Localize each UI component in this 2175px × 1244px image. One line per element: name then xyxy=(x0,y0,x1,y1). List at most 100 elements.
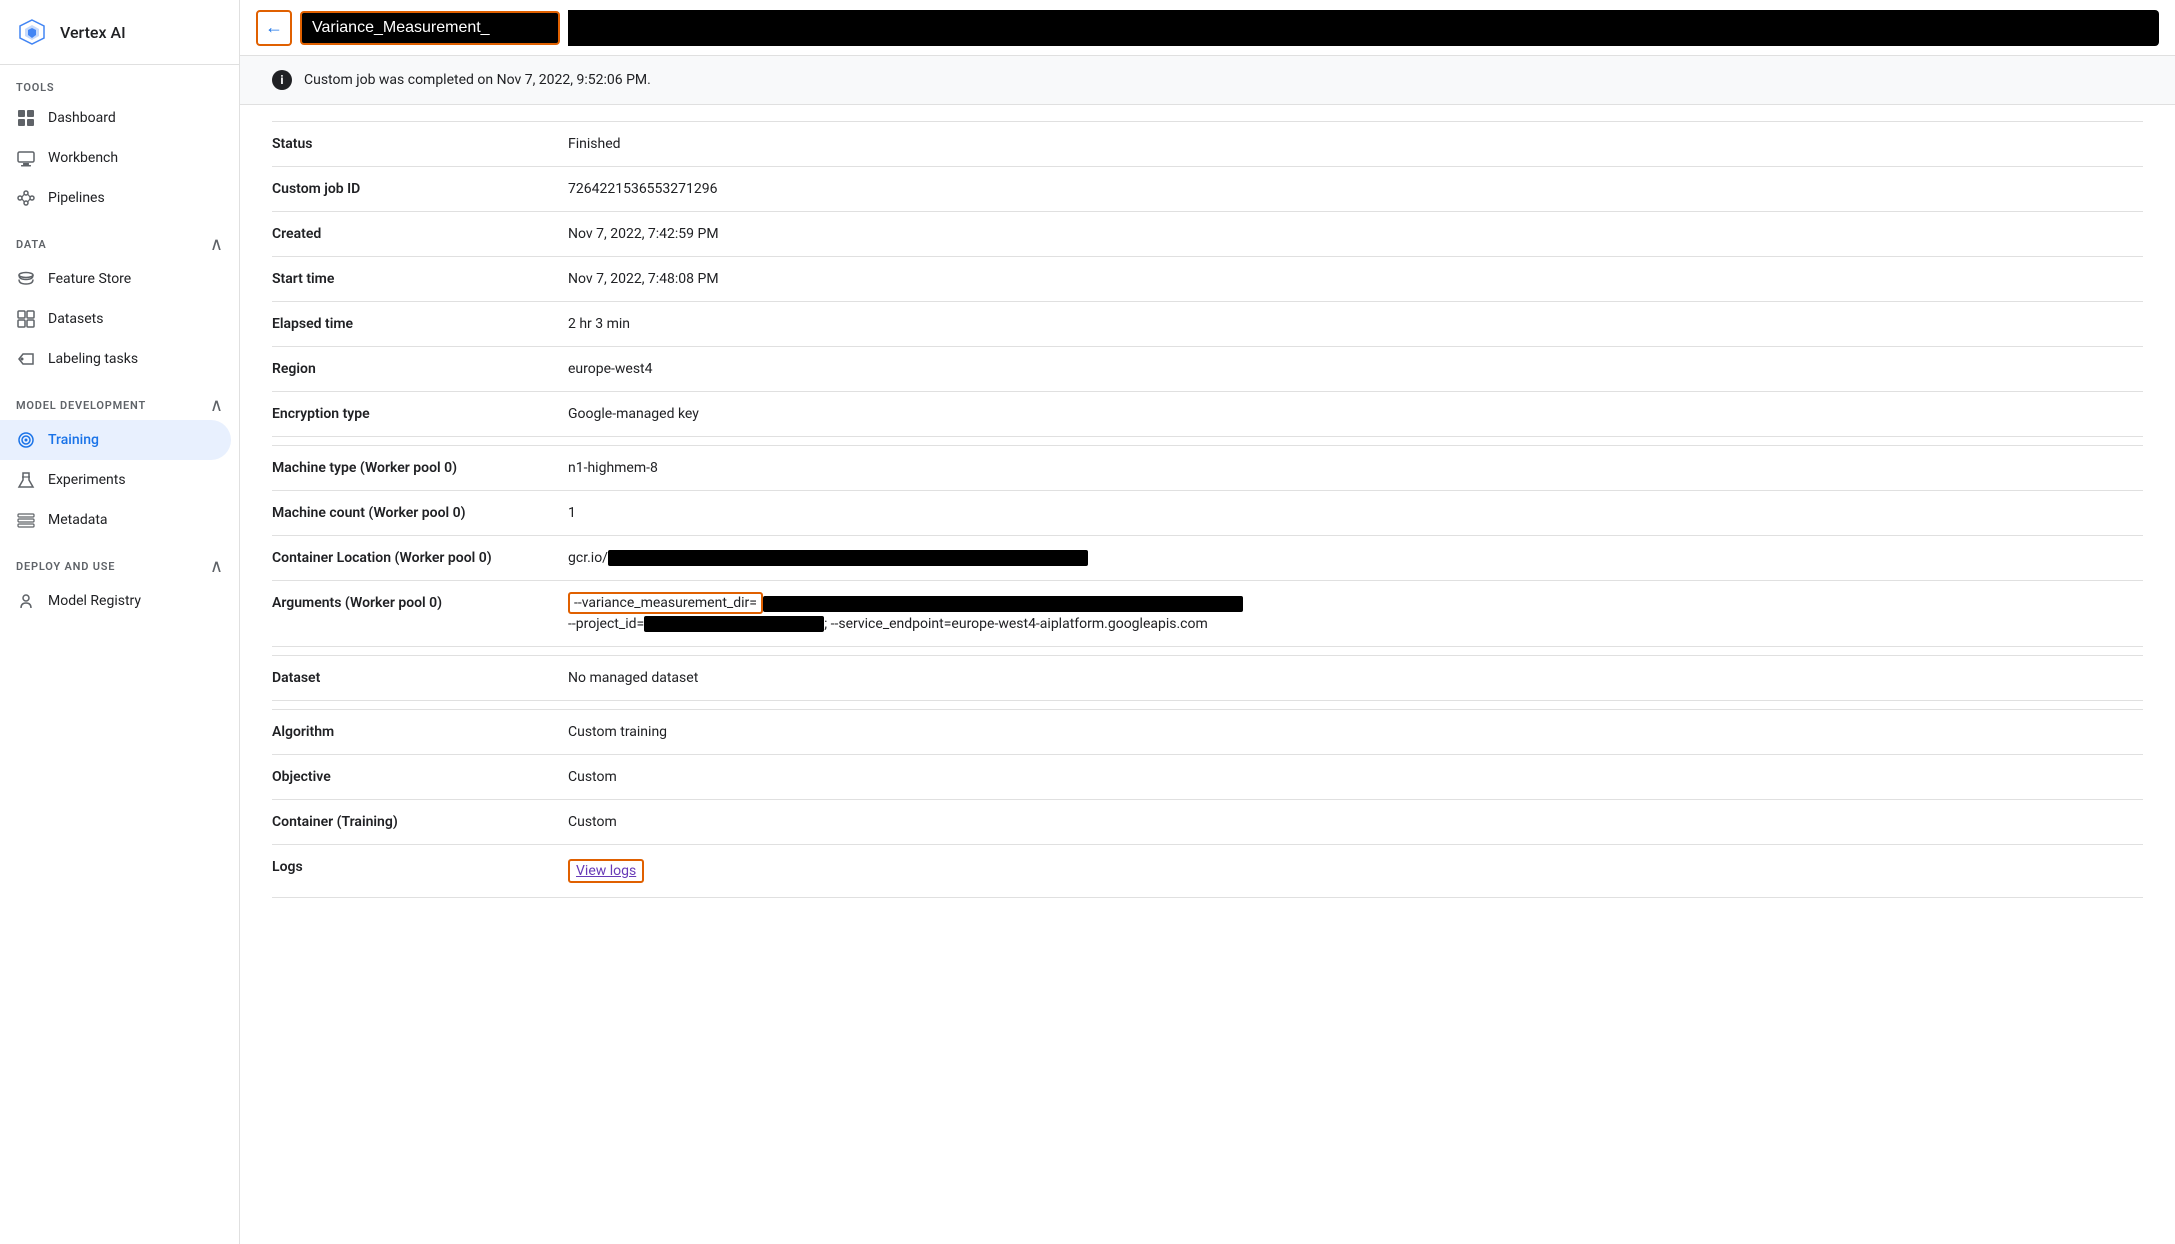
experiments-label: Experiments xyxy=(48,472,126,488)
page-title-input[interactable] xyxy=(300,11,560,45)
model-registry-label: Model Registry xyxy=(48,593,141,609)
value-logs: View logs xyxy=(568,859,2143,883)
details-row-job-id: Custom job ID 7264221536553271296 xyxy=(272,167,2143,212)
details-row-dataset: Dataset No managed dataset xyxy=(272,655,2143,701)
data-section-header: DATA ∧ xyxy=(0,218,239,259)
back-button[interactable]: ← xyxy=(256,10,292,46)
details-row-encryption: Encryption type Google-managed key xyxy=(272,392,2143,437)
details-row-container-location: Container Location (Worker pool 0) gcr.i… xyxy=(272,536,2143,581)
metadata-icon xyxy=(16,510,36,530)
details-row-elapsed-time: Elapsed time 2 hr 3 min xyxy=(272,302,2143,347)
content-area: i Custom job was completed on Nov 7, 202… xyxy=(240,56,2175,1244)
training-label: Training xyxy=(48,432,99,448)
label-objective: Objective xyxy=(272,769,552,785)
sidebar-item-training[interactable]: Training xyxy=(0,420,231,460)
labeling-tasks-label: Labeling tasks xyxy=(48,351,138,367)
value-region: europe-west4 xyxy=(568,361,2143,377)
deploy-section-header: DEPLOY AND USE ∧ xyxy=(0,540,239,581)
sidebar-item-datasets[interactable]: Datasets xyxy=(0,299,231,339)
feature-store-label: Feature Store xyxy=(48,271,131,287)
label-encryption: Encryption type xyxy=(272,406,552,422)
pipelines-icon xyxy=(16,188,36,208)
data-section-label: DATA xyxy=(16,238,47,251)
metadata-label: Metadata xyxy=(48,512,108,528)
sidebar-item-pipelines[interactable]: Pipelines xyxy=(0,178,231,218)
datasets-label: Datasets xyxy=(48,311,103,327)
value-algorithm: Custom training xyxy=(568,724,2143,740)
sidebar-item-feature-store[interactable]: Feature Store xyxy=(0,259,231,299)
sidebar-item-dashboard[interactable]: Dashboard xyxy=(0,98,231,138)
details-row-container-training: Container (Training) Custom xyxy=(272,800,2143,845)
value-container-location: gcr.io/ xyxy=(568,550,2143,566)
label-start-time: Start time xyxy=(272,271,552,287)
details-row-machine-count: Machine count (Worker pool 0) 1 xyxy=(272,491,2143,536)
label-status: Status xyxy=(272,136,552,152)
sidebar-item-model-registry[interactable]: Model Registry xyxy=(0,581,231,621)
label-created: Created xyxy=(272,226,552,242)
banner-message: Custom job was completed on Nov 7, 2022,… xyxy=(304,72,651,88)
value-container-training: Custom xyxy=(568,814,2143,830)
model-dev-chevron[interactable]: ∧ xyxy=(210,395,223,416)
details-row-machine-type: Machine type (Worker pool 0) n1-highmem-… xyxy=(272,445,2143,491)
main-content: ← i Custom job was completed on Nov 7, 2… xyxy=(240,0,2175,1244)
sidebar-header: Vertex AI xyxy=(0,0,239,65)
label-algorithm: Algorithm xyxy=(272,724,552,740)
datasets-icon xyxy=(16,309,36,329)
value-start-time: Nov 7, 2022, 7:48:08 PM xyxy=(568,271,2143,287)
training-icon xyxy=(16,430,36,450)
model-dev-section-header: MODEL DEVELOPMENT ∧ xyxy=(0,379,239,420)
workbench-icon xyxy=(16,148,36,168)
label-arguments: Arguments (Worker pool 0) xyxy=(272,595,552,611)
value-job-id: 7264221536553271296 xyxy=(568,181,2143,197)
label-job-id: Custom job ID xyxy=(272,181,552,197)
topbar: ← xyxy=(240,0,2175,56)
details-row-start-time: Start time Nov 7, 2022, 7:48:08 PM xyxy=(272,257,2143,302)
data-chevron[interactable]: ∧ xyxy=(210,234,223,255)
labeling-tasks-icon xyxy=(16,349,36,369)
info-banner: i Custom job was completed on Nov 7, 202… xyxy=(240,56,2175,105)
tools-section-label: TOOLS xyxy=(0,65,239,98)
label-region: Region xyxy=(272,361,552,377)
deploy-chevron[interactable]: ∧ xyxy=(210,556,223,577)
sidebar-item-metadata[interactable]: Metadata xyxy=(0,500,231,540)
vertex-ai-logo xyxy=(16,16,48,48)
label-machine-type: Machine type (Worker pool 0) xyxy=(272,460,552,476)
dashboard-label: Dashboard xyxy=(48,110,116,126)
sidebar: Vertex AI TOOLS Dashboard Workbench xyxy=(0,0,240,1244)
value-machine-count: 1 xyxy=(568,505,2143,521)
value-dataset: No managed dataset xyxy=(568,670,2143,686)
dashboard-icon xyxy=(16,108,36,128)
value-arguments: --variance_measurement_dir= --project_id… xyxy=(568,595,2143,632)
sidebar-item-experiments[interactable]: Experiments xyxy=(0,460,231,500)
model-registry-icon xyxy=(16,591,36,611)
details-row-arguments: Arguments (Worker pool 0) --variance_mea… xyxy=(272,581,2143,647)
value-objective: Custom xyxy=(568,769,2143,785)
value-elapsed-time: 2 hr 3 min xyxy=(568,316,2143,332)
sidebar-item-workbench[interactable]: Workbench xyxy=(0,138,231,178)
sidebar-item-labeling-tasks[interactable]: Labeling tasks xyxy=(0,339,231,379)
feature-store-icon xyxy=(16,269,36,289)
value-encryption: Google-managed key xyxy=(568,406,2143,422)
deploy-section-label: DEPLOY AND USE xyxy=(16,560,115,573)
workbench-label: Workbench xyxy=(48,150,118,166)
label-elapsed-time: Elapsed time xyxy=(272,316,552,332)
app-title: Vertex AI xyxy=(60,23,126,42)
details-row-algorithm: Algorithm Custom training xyxy=(272,709,2143,755)
value-status: Finished xyxy=(568,136,2143,152)
details-row-logs: Logs View logs xyxy=(272,845,2143,898)
label-logs: Logs xyxy=(272,859,552,875)
value-machine-type: n1-highmem-8 xyxy=(568,460,2143,476)
label-container-training: Container (Training) xyxy=(272,814,552,830)
pipelines-label: Pipelines xyxy=(48,190,105,206)
label-container-location: Container Location (Worker pool 0) xyxy=(272,550,552,566)
view-logs-link[interactable]: View logs xyxy=(568,859,644,883)
label-machine-count: Machine count (Worker pool 0) xyxy=(272,505,552,521)
model-dev-section-label: MODEL DEVELOPMENT xyxy=(16,399,146,412)
info-icon: i xyxy=(272,70,292,90)
arg-variance-dir: --variance_measurement_dir= xyxy=(568,592,763,614)
details-row-status: Status Finished xyxy=(272,121,2143,167)
label-dataset: Dataset xyxy=(272,670,552,686)
details-row-objective: Objective Custom xyxy=(272,755,2143,800)
details-row-created: Created Nov 7, 2022, 7:42:59 PM xyxy=(272,212,2143,257)
details-table: Status Finished Custom job ID 7264221536… xyxy=(240,121,2175,898)
